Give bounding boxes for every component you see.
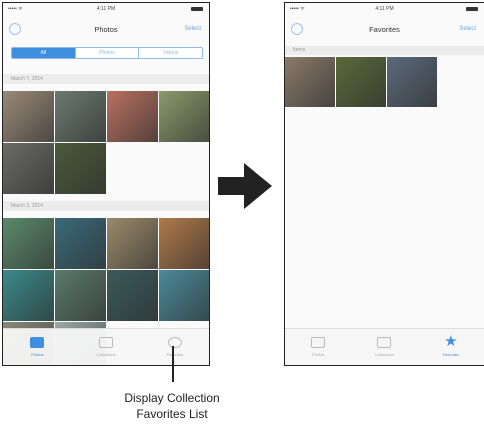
photo-thumbnail[interactable] [285, 57, 335, 107]
select-button[interactable]: Select [459, 26, 476, 32]
tab-bar: Photos Collections Favorites [3, 328, 209, 365]
photos-icon [311, 337, 326, 348]
status-time: 4:11 PM [96, 6, 116, 12]
photo-thumbnail[interactable] [3, 270, 54, 321]
media-filter-segmented-control: All Photos Videos [11, 47, 203, 59]
tab-label: Collections [96, 352, 116, 357]
collections-icon [99, 337, 113, 348]
photo-thumbnail[interactable] [387, 57, 437, 107]
segment-all[interactable]: All [12, 48, 75, 58]
segment-videos[interactable]: Videos [138, 48, 202, 58]
caption-line-2: Favorites List [136, 407, 208, 421]
photo-thumbnail[interactable] [107, 218, 158, 269]
favorites-screen: ••••• ᯤ 4:11 PM Favorites Select Items P… [284, 2, 484, 366]
nav-title: Photos [94, 25, 118, 34]
select-button[interactable]: Select [184, 26, 201, 32]
tab-collections[interactable]: Collections [72, 329, 141, 365]
photo-thumbnail[interactable] [55, 218, 106, 269]
navigation-bar: Favorites Select [285, 15, 484, 43]
tab-photos[interactable]: Photos [285, 329, 351, 365]
right-arrow-icon [218, 163, 272, 209]
tab-label: Favorites [442, 352, 460, 357]
star-icon: ★ [444, 333, 458, 350]
photo-thumbnail[interactable] [55, 270, 106, 321]
status-bar: ••••• ᯤ 4:11 PM [3, 3, 209, 15]
photo-thumbnail[interactable] [336, 57, 386, 107]
section-header: March 3, 2014 [3, 201, 209, 211]
battery-icon [191, 7, 203, 11]
photo-thumbnail[interactable] [159, 91, 209, 142]
favorites-icon [167, 337, 182, 348]
status-time: 4:11 PM [375, 6, 394, 12]
segment-photos[interactable]: Photos [74, 48, 139, 58]
photo-thumbnail[interactable] [3, 91, 54, 142]
photo-thumbnail[interactable] [3, 218, 54, 269]
tab-bar: Photos Collections ★ Favorites [285, 328, 484, 365]
tab-label: Photos [31, 352, 44, 357]
status-bar: ••••• ᯤ 4:11 PM [285, 3, 484, 15]
tab-label: Collections [374, 352, 395, 357]
tab-favorites[interactable]: ★ Favorites [418, 329, 484, 365]
battery-icon [466, 7, 478, 11]
photo-thumbnail[interactable] [159, 270, 209, 321]
photo-thumbnail[interactable] [3, 143, 54, 194]
photos-screen: ••••• ᯤ 4:11 PM Photos Select All Photos… [2, 2, 210, 366]
tab-photos[interactable]: Photos [3, 329, 72, 365]
tab-label: Favorites [166, 352, 183, 357]
photo-thumbnail[interactable] [107, 91, 158, 142]
photo-thumbnail[interactable] [107, 270, 158, 321]
photo-thumbnail[interactable] [159, 218, 209, 269]
photo-thumbnail[interactable] [55, 143, 106, 194]
tab-label: Photos [311, 352, 325, 357]
photo-thumbnail[interactable] [55, 91, 106, 142]
callout-line [172, 346, 174, 382]
collections-icon [377, 337, 392, 348]
figure-caption: Display Collection Favorites List [72, 390, 272, 422]
caption-line-1: Display Collection [124, 391, 220, 405]
navigation-bar: Photos Select [3, 15, 209, 43]
photos-icon [30, 337, 45, 348]
section-header: March 7, 2014 [3, 74, 209, 84]
tab-collections[interactable]: Collections [351, 329, 417, 365]
section-header: Items [285, 46, 484, 55]
nav-title: Favorites [369, 25, 400, 34]
tab-favorites[interactable]: Favorites [140, 329, 209, 365]
